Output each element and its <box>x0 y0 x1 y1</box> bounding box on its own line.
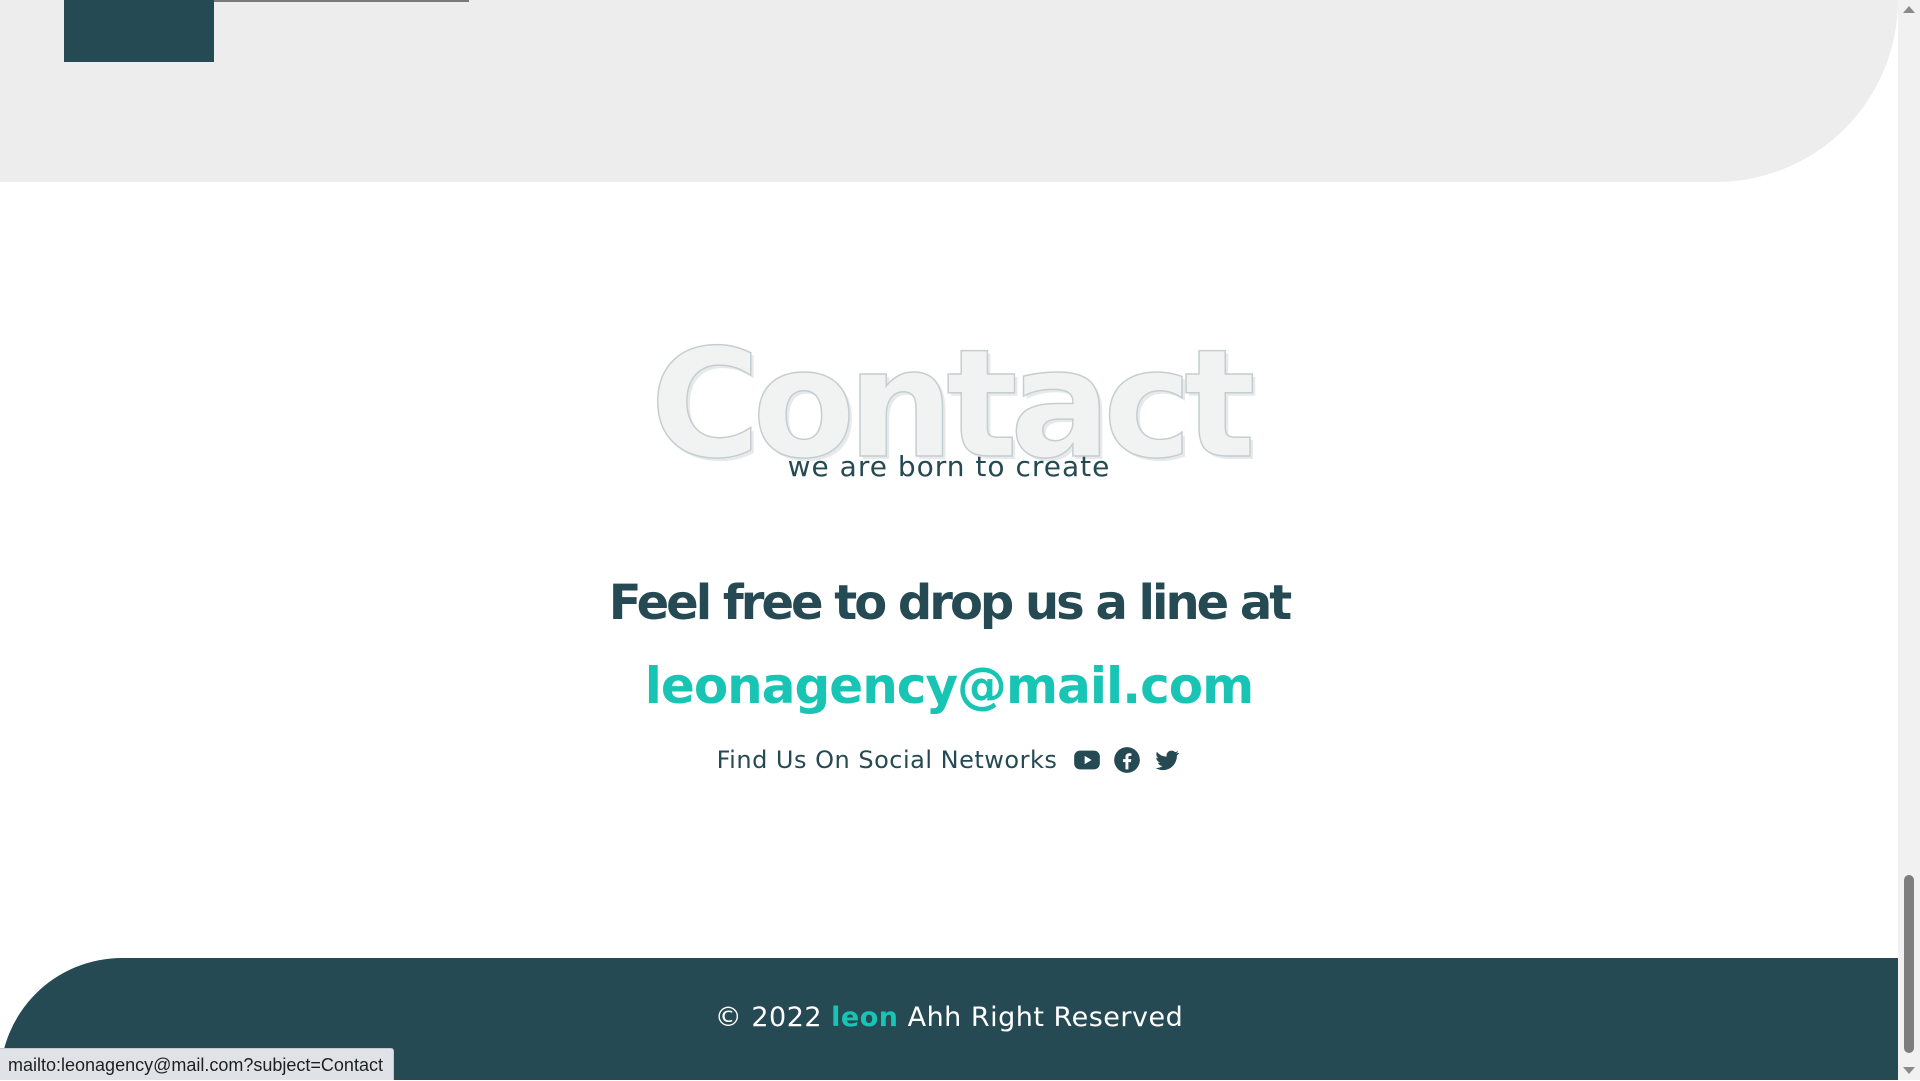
previous-section-background <box>0 0 1898 182</box>
decorative-block <box>64 0 214 62</box>
copyright-year: © 2022 <box>714 1002 823 1033</box>
footer-brand[interactable]: leon <box>831 1002 898 1033</box>
status-bar-url: mailto:leonagency@mail.com?subject=Conta… <box>0 1048 394 1080</box>
footer-copyright: © 2022 leon Ahh Right Reserved <box>0 1002 1898 1033</box>
social-networks-label: Find Us On Social Networks <box>716 746 1058 774</box>
contact-subtitle: we are born to create <box>787 450 1111 483</box>
facebook-icon[interactable] <box>1113 746 1141 774</box>
youtube-icon[interactable] <box>1073 746 1101 774</box>
social-networks-row: Find Us On Social Networks <box>0 746 1898 774</box>
copyright-rights: Ahh Right Reserved <box>907 1002 1184 1033</box>
vertical-scrollbar[interactable] <box>1898 0 1920 1080</box>
contact-email-link[interactable]: leonagency@mail.com <box>0 657 1898 715</box>
scroll-up-arrow-icon[interactable] <box>1903 6 1915 13</box>
scroll-down-arrow-icon[interactable] <box>1903 1067 1915 1074</box>
contact-heading: Feel free to drop us a line at <box>608 575 1292 631</box>
scrollbar-thumb[interactable] <box>1904 875 1914 1053</box>
twitter-icon[interactable] <box>1153 746 1181 774</box>
